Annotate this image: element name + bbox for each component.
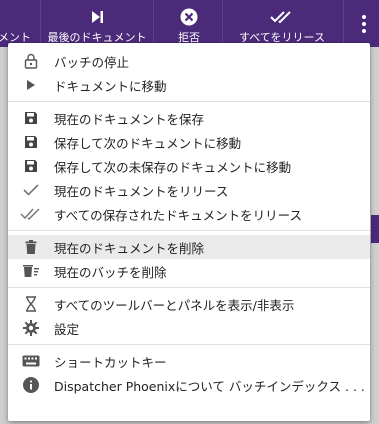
play-icon: [8, 79, 54, 91]
save-icon: [8, 135, 54, 149]
trash-icon: [8, 240, 54, 254]
menu-label: ドキュメントに移動: [54, 78, 167, 94]
gear-icon: [8, 320, 54, 336]
save-icon: [8, 111, 54, 125]
menu-label: 保存して次のドキュメントに移動: [54, 135, 242, 151]
menu-item-toggle-toolbars[interactable]: すべてのツールバーとパネルを表示/非表示: [8, 292, 370, 316]
menu-divider: [8, 287, 370, 288]
menu-label: 保存して次の未保存のドキュメントに移動: [54, 159, 292, 175]
reject-button[interactable]: 拒否: [160, 0, 218, 47]
double-check-icon: [8, 208, 54, 220]
menu-item-pause-batch[interactable]: バッチの停止: [8, 49, 370, 73]
menu-label: 現在のドキュメントを保存: [54, 111, 205, 127]
menu-label: すべての保存されたドキュメントをリリース: [54, 207, 303, 223]
menu-item-about[interactable]: Dispatcher Phoenixについて バッチインデックス . . .: [8, 373, 370, 397]
hourglass-icon: [8, 296, 54, 312]
menu-item-go-to-document[interactable]: ドキュメントに移動: [8, 73, 370, 97]
top-toolbar: メント 最後のドキュメント 拒否 すべてをリリース: [0, 0, 379, 47]
release-all-button[interactable]: すべてをリリース: [226, 0, 338, 47]
menu-divider: [8, 344, 370, 345]
more-options-button[interactable]: [349, 0, 379, 47]
menu-divider: [8, 230, 370, 231]
delete-list-icon: [8, 264, 54, 278]
menu-label: 現在のドキュメントをリリース: [54, 183, 229, 199]
reject-icon: [160, 8, 218, 26]
kebab-dot: [362, 21, 366, 26]
side-accent-bar: [371, 215, 379, 243]
menu-item-delete-document[interactable]: 現在のドキュメントを削除: [8, 235, 370, 259]
menu-label: バッチの停止: [54, 54, 130, 70]
info-icon: [8, 377, 54, 393]
menu-item-settings[interactable]: 設定: [8, 316, 370, 340]
menu-item-save-and-next-unsaved[interactable]: 保存して次の未保存のドキュメントに移動: [8, 154, 370, 178]
menu-item-release-all-saved[interactable]: すべての保存されたドキュメントをリリース: [8, 202, 370, 226]
overflow-menu: バッチの停止 ドキュメントに移動 現在のドキュメントを保存 保存して次のドキュメ…: [8, 43, 370, 421]
toolbar-item-prev-document[interactable]: メント: [0, 0, 40, 47]
menu-label: Dispatcher Phoenixについて バッチインデックス . . .: [54, 378, 365, 394]
menu-label: すべてのツールバーとパネルを表示/非表示: [54, 297, 295, 313]
menu-label: 設定: [54, 321, 80, 337]
menu-divider: [8, 101, 370, 102]
menu-item-delete-batch[interactable]: 現在のバッチを削除: [8, 259, 370, 283]
skip-to-end-icon: [41, 8, 153, 26]
last-document-button[interactable]: 最後のドキュメント: [41, 0, 153, 47]
kebab-dot: [362, 14, 366, 19]
menu-item-release-document[interactable]: 現在のドキュメントをリリース: [8, 178, 370, 202]
menu-label: ショートカットキー: [54, 354, 167, 370]
menu-label: 現在のドキュメントを削除: [54, 240, 205, 256]
menu-item-shortcuts[interactable]: ショートカットキー: [8, 349, 370, 373]
check-icon: [8, 184, 54, 196]
menu-item-save-and-next[interactable]: 保存して次のドキュメントに移動: [8, 130, 370, 154]
save-icon: [8, 159, 54, 173]
menu-item-save-document[interactable]: 現在のドキュメントを保存: [8, 106, 370, 130]
keyboard-icon: [8, 355, 54, 367]
kebab-dot: [362, 28, 366, 33]
lock-icon: [8, 53, 54, 69]
menu-label: 現在のバッチを削除: [54, 264, 167, 280]
double-check-icon: [226, 8, 338, 26]
